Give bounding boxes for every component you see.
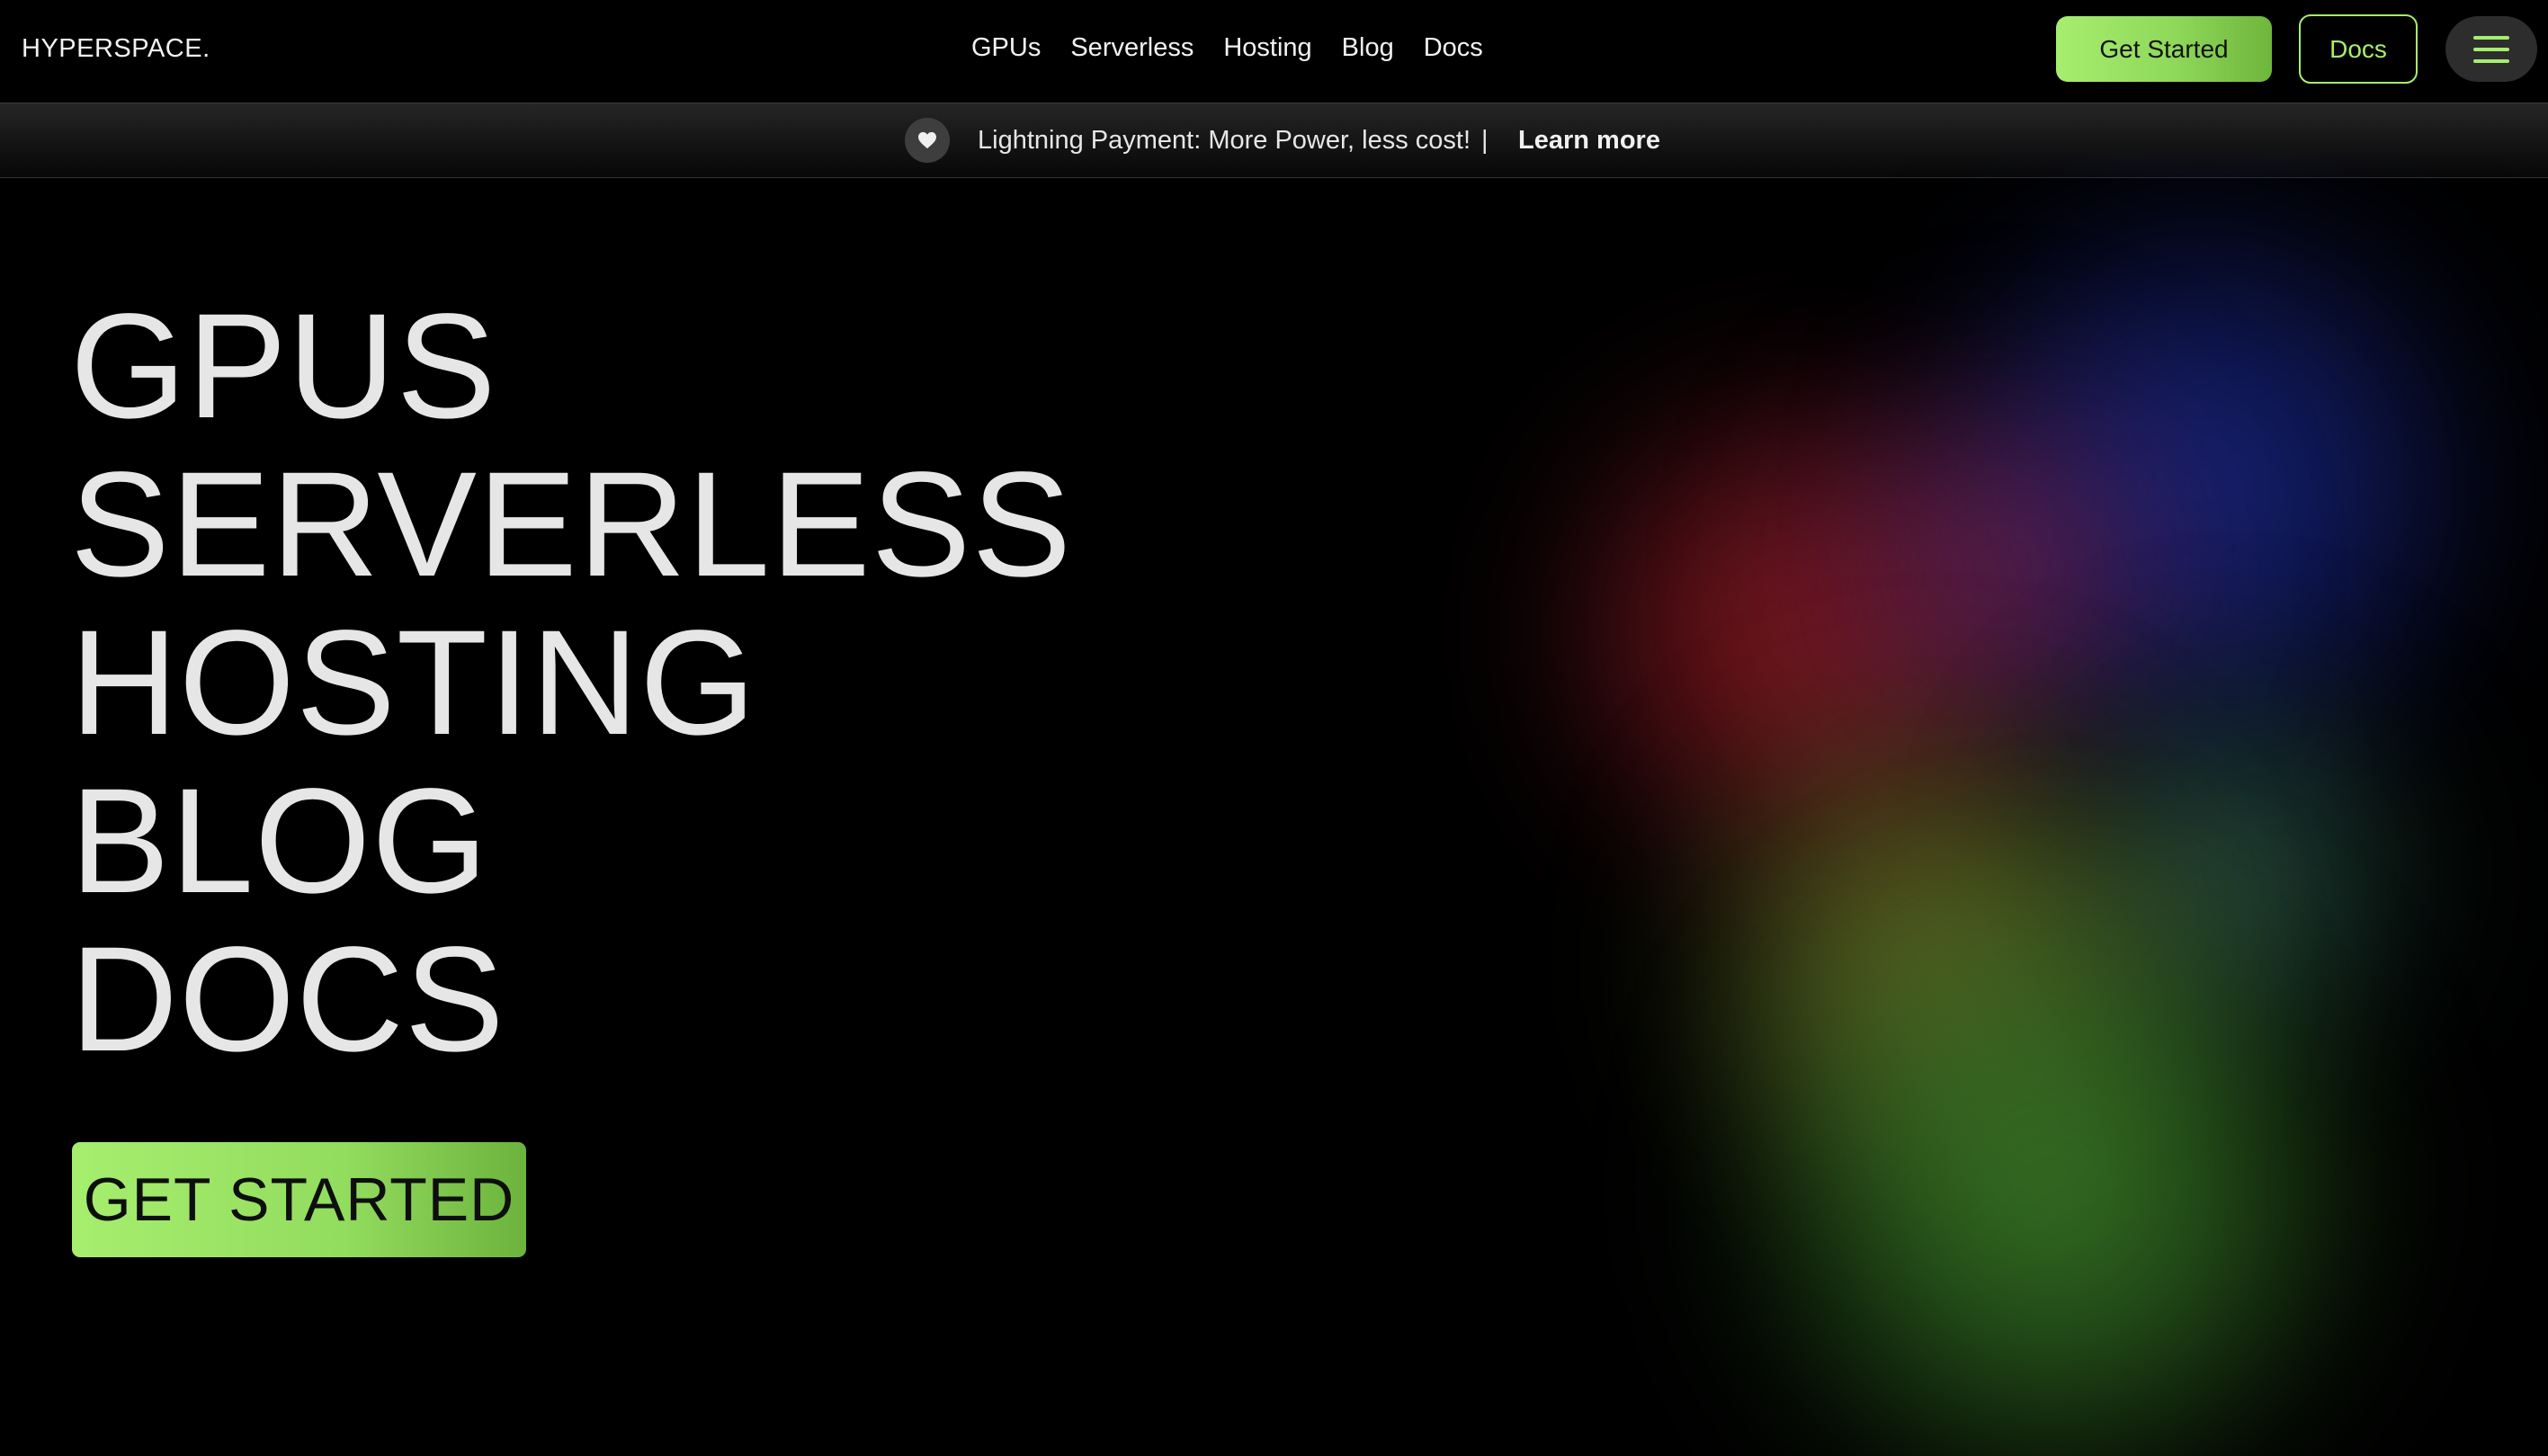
hero-gradient-art bbox=[1385, 153, 2548, 1456]
get-started-button[interactable]: Get Started bbox=[2056, 16, 2272, 82]
announcement-separator: | bbox=[1481, 126, 1489, 155]
page: HYPERSPACE. GPUs Serverless Hosting Blog… bbox=[0, 0, 2548, 1456]
hamburger-menu-icon bbox=[2473, 35, 2509, 63]
hero-item-docs[interactable]: DOCS bbox=[70, 921, 1072, 1079]
nav-link-hosting[interactable]: Hosting bbox=[1223, 33, 1311, 63]
nav-link-blog[interactable]: Blog bbox=[1342, 33, 1394, 63]
menu-button[interactable] bbox=[2445, 16, 2537, 82]
docs-button[interactable]: Docs bbox=[2299, 14, 2418, 84]
heart-icon bbox=[905, 118, 950, 163]
nav-link-serverless[interactable]: Serverless bbox=[1070, 33, 1194, 63]
nav-link-docs[interactable]: Docs bbox=[1424, 33, 1483, 63]
brand-logo[interactable]: HYPERSPACE. bbox=[22, 34, 210, 64]
hero-item-hosting[interactable]: HOSTING bbox=[70, 604, 1072, 763]
hero-headline-list: GPUS SERVERLESS HOSTING BLOG DOCS bbox=[70, 288, 1072, 1079]
hero-get-started-button[interactable]: GET STARTED bbox=[72, 1142, 526, 1257]
hero-item-blog[interactable]: BLOG bbox=[70, 763, 1072, 921]
nav-link-gpus[interactable]: GPUs bbox=[971, 33, 1041, 63]
hero-item-gpus[interactable]: GPUS bbox=[70, 288, 1072, 446]
primary-nav: GPUs Serverless Hosting Blog Docs bbox=[971, 33, 1513, 63]
announcement-text: Lightning Payment: More Power, less cost… bbox=[978, 126, 1471, 155]
top-navbar: HYPERSPACE. GPUs Serverless Hosting Blog… bbox=[0, 0, 2548, 103]
hero-item-serverless[interactable]: SERVERLESS bbox=[70, 446, 1072, 604]
learn-more-link[interactable]: Learn more bbox=[1518, 126, 1660, 156]
